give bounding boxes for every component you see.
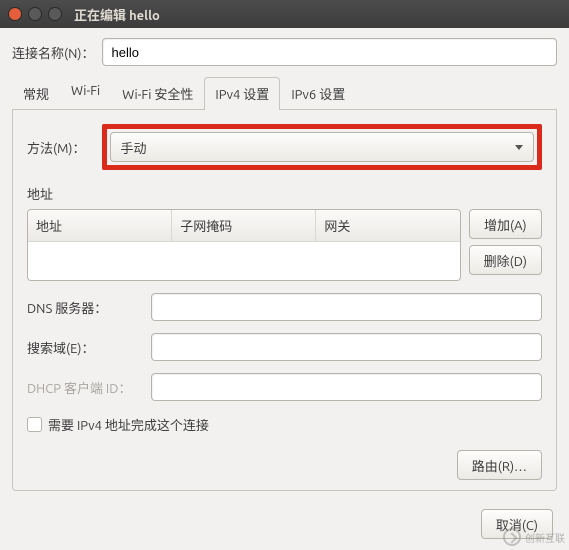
dhcp-client-id-input bbox=[151, 373, 542, 401]
maximize-icon[interactable] bbox=[48, 7, 62, 21]
method-label: 方法(M)： bbox=[27, 138, 86, 157]
window-title: 正在编辑 hello bbox=[74, 5, 160, 24]
addresses-header: 地址 子网掩码 网关 bbox=[28, 210, 460, 242]
dns-row: DNS 服务器： bbox=[27, 293, 542, 321]
watermark: 创新互联 bbox=[503, 528, 565, 546]
addresses-area: 地址 子网掩码 网关 增加(A) 删除(D) bbox=[27, 209, 542, 281]
require-ipv4-checkbox[interactable] bbox=[27, 417, 42, 432]
ipv4-panel: 方法(M)： 手动 地址 地址 子网掩码 网关 增加(A) 删除(D) bbox=[12, 110, 557, 491]
routes-button[interactable]: 路由(R)… bbox=[457, 450, 542, 480]
method-value: 手动 bbox=[121, 138, 147, 157]
minimize-icon[interactable] bbox=[28, 7, 42, 21]
dns-label: DNS 服务器： bbox=[27, 298, 137, 317]
connection-name-row: 连接名称(N)： bbox=[12, 38, 557, 66]
panel-footer: 路由(R)… bbox=[27, 450, 542, 480]
dhcp-client-id-row: DHCP 客户端 ID： bbox=[27, 373, 542, 401]
tab-ipv4-settings[interactable]: IPv4 设置 bbox=[204, 77, 280, 110]
tab-bar: 常规 Wi-Fi Wi-Fi 安全性 IPv4 设置 IPv6 设置 bbox=[12, 76, 557, 110]
method-row: 方法(M)： 手动 bbox=[27, 124, 542, 170]
require-ipv4-label: 需要 IPv4 地址完成这个连接 bbox=[48, 415, 209, 434]
highlight-box: 手动 bbox=[102, 124, 543, 170]
dns-input[interactable] bbox=[151, 293, 542, 321]
addresses-section-label: 地址 bbox=[27, 184, 542, 203]
search-domain-input[interactable] bbox=[151, 333, 542, 361]
addresses-buttons: 增加(A) 删除(D) bbox=[469, 209, 542, 281]
watermark-icon bbox=[503, 528, 521, 546]
window-content: 连接名称(N)： 常规 Wi-Fi Wi-Fi 安全性 IPv4 设置 IPv6… bbox=[0, 28, 569, 501]
col-netmask[interactable]: 子网掩码 bbox=[172, 210, 316, 241]
connection-name-label: 连接名称(N)： bbox=[12, 43, 94, 62]
add-button[interactable]: 增加(A) bbox=[469, 209, 542, 239]
tab-general[interactable]: 常规 bbox=[12, 77, 60, 110]
watermark-text: 创新互联 bbox=[525, 530, 565, 545]
close-icon[interactable] bbox=[8, 7, 22, 21]
chevron-down-icon bbox=[515, 145, 523, 150]
dialog-footer: 取消(C) bbox=[0, 501, 569, 539]
addresses-table[interactable]: 地址 子网掩码 网关 bbox=[27, 209, 461, 281]
dhcp-client-id-label: DHCP 客户端 ID： bbox=[27, 378, 137, 397]
method-dropdown[interactable]: 手动 bbox=[110, 132, 535, 162]
search-domain-row: 搜索域(E)： bbox=[27, 333, 542, 361]
search-domain-label: 搜索域(E)： bbox=[27, 338, 137, 357]
titlebar: 正在编辑 hello bbox=[0, 0, 569, 28]
tab-ipv6-settings[interactable]: IPv6 设置 bbox=[280, 77, 356, 110]
require-ipv4-row: 需要 IPv4 地址完成这个连接 bbox=[27, 415, 542, 434]
col-address[interactable]: 地址 bbox=[28, 210, 172, 241]
delete-button[interactable]: 删除(D) bbox=[469, 245, 542, 275]
connection-name-input[interactable] bbox=[102, 38, 557, 66]
tab-wifi[interactable]: Wi-Fi bbox=[60, 77, 111, 110]
tab-wifi-security[interactable]: Wi-Fi 安全性 bbox=[111, 77, 204, 110]
col-gateway[interactable]: 网关 bbox=[316, 210, 459, 241]
